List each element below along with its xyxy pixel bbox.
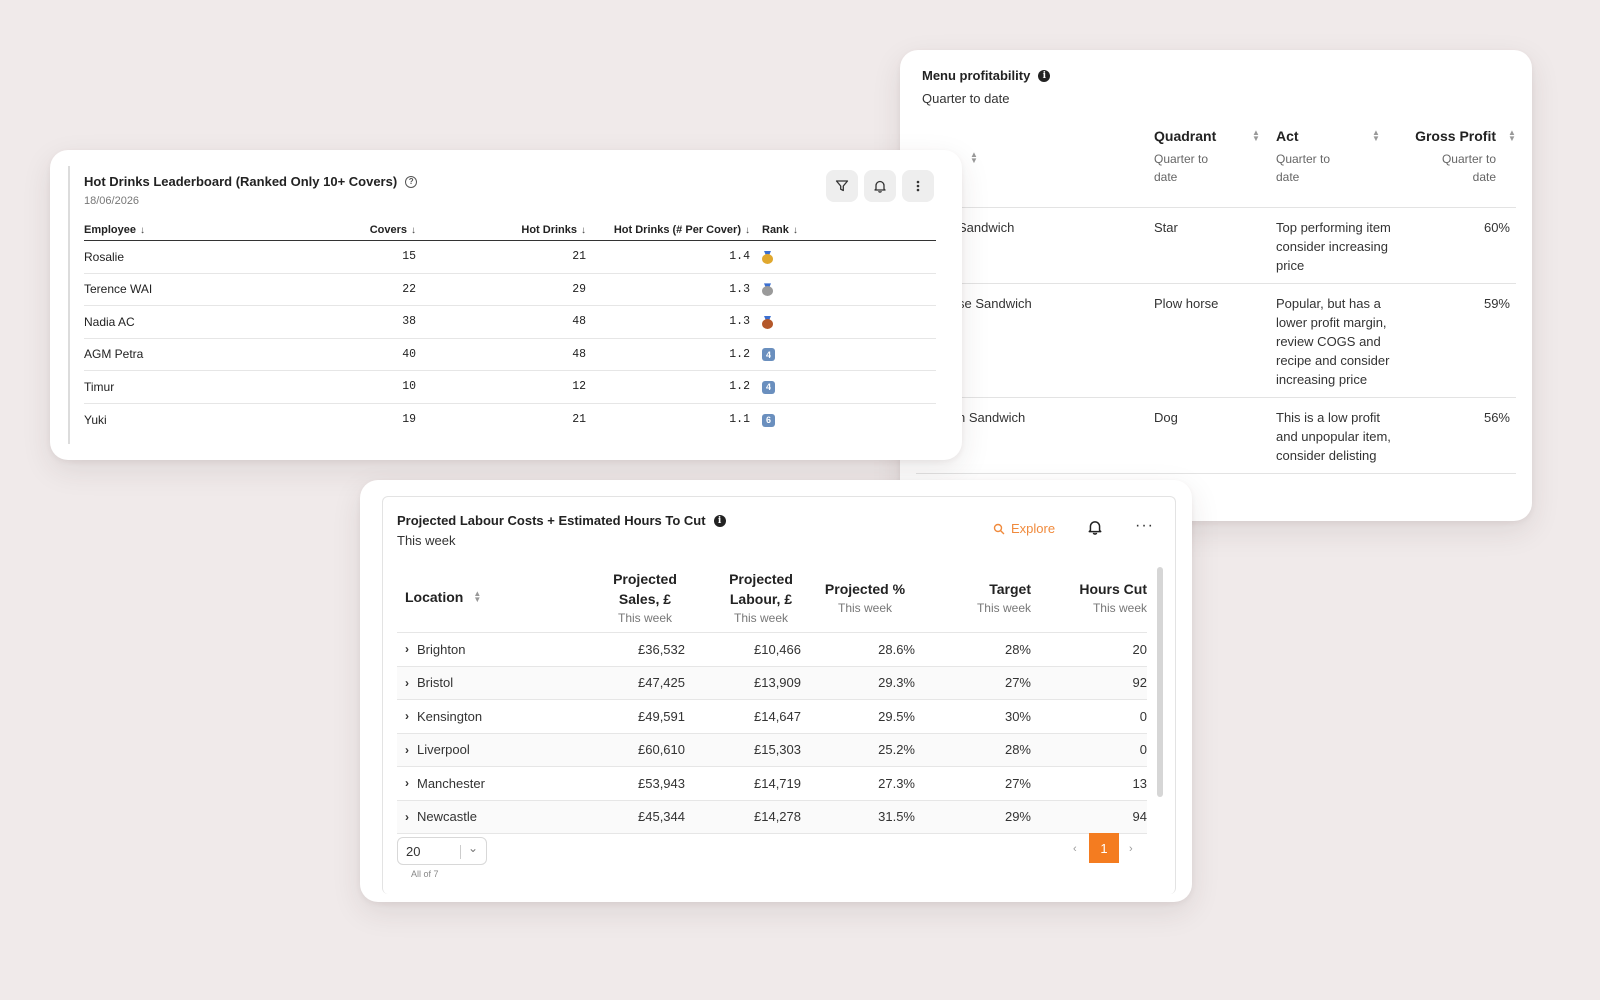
column-header-act[interactable]: Act Quarter to date ▲ ▼ xyxy=(1276,128,1404,199)
column-header-gross-profit[interactable]: Gross Profit Quarter to date ▲ ▼ xyxy=(1404,128,1516,199)
chevron-down-icon: ⌄ xyxy=(468,841,479,855)
column-header-quadrant[interactable]: Quadrant Quarter to date ▲ ▼ xyxy=(1154,128,1276,199)
more-options-icon[interactable]: ··· xyxy=(1135,518,1154,534)
table-header: Employee ↓ Covers ↓ Hot Drinks ↓ Hot Drinks… xyxy=(84,219,936,241)
table-row[interactable]: Sandwich Star Top performing item consid… xyxy=(916,208,1516,284)
labour-table: Location ▲ ▼ Projected Sales, £ This week… xyxy=(397,561,1147,834)
bronze-medal-icon xyxy=(762,315,773,329)
column-header-target[interactable]: Target This week xyxy=(915,561,1031,632)
table-row[interactable]: se Sandwich Plow horse Popular, but has … xyxy=(916,284,1516,398)
menu-subtitle: Quarter to date xyxy=(922,91,1010,106)
rank-badge: 6 xyxy=(762,413,775,427)
explore-button[interactable]: Explore xyxy=(993,521,1055,536)
column-header-employee[interactable]: Employee ↓ xyxy=(84,224,324,236)
sort-desc-icon[interactable]: ↓ xyxy=(745,225,750,236)
table-row[interactable]: Terence WAI 22 29 1.3 xyxy=(84,274,936,306)
labour-costs-card: Projected Labour Costs + Estimated Hours… xyxy=(360,480,1192,902)
vertical-scrollbar[interactable] xyxy=(1157,567,1163,797)
column-header-hours-cut[interactable]: Hours Cut This week xyxy=(1031,561,1147,632)
table-row[interactable]: › Brighton £36,532 £10,466 28.6% 28% 20 xyxy=(397,633,1147,667)
sort-icon[interactable]: ▲ ▼ xyxy=(473,589,481,603)
bell-icon xyxy=(1088,521,1102,535)
menu-profitability-card: Menu profitability i Quarter to date ▲ ▼ … xyxy=(900,50,1532,521)
table-row[interactable]: Nadia AC 38 48 1.3 xyxy=(84,306,936,339)
rank-badge: 4 xyxy=(762,348,775,362)
silver-medal-icon xyxy=(762,283,773,297)
filter-icon xyxy=(835,180,849,192)
row-count: All of 7 xyxy=(411,869,439,879)
hot-drinks-date: 18/06/2026 xyxy=(84,195,140,207)
column-header-projected-sales[interactable]: Projected Sales, £ This week xyxy=(575,561,685,632)
table-row[interactable]: Rosalie 15 21 1.4 xyxy=(84,241,936,274)
hot-drinks-rows: Rosalie 15 21 1.4 Terence WAI 22 29 1.3 … xyxy=(84,241,936,436)
gold-medal-icon xyxy=(762,250,773,264)
column-header-projected-pct[interactable]: Projected % This week xyxy=(801,561,915,632)
filter-button[interactable] xyxy=(826,170,858,202)
table-row[interactable]: › Kensington £49,591 £14,647 29.5% 30% 0 xyxy=(397,700,1147,734)
table-row[interactable]: n Sandwich Dog This is a low profit and … xyxy=(916,398,1516,474)
next-page-icon[interactable]: › xyxy=(1129,843,1133,855)
hot-drinks-table: Employee ↓ Covers ↓ Hot Drinks ↓ Hot Drinks… xyxy=(84,219,936,436)
labour-subtitle: This week xyxy=(397,533,456,548)
card-actions xyxy=(826,170,934,202)
table-row[interactable]: Yuki 19 21 1.1 6 xyxy=(84,404,936,437)
sort-desc-icon[interactable]: ↓ xyxy=(793,225,798,236)
table-row[interactable]: AGM Petra 40 48 1.2 4 xyxy=(84,339,936,371)
table-row[interactable]: › Bristol £47,425 £13,909 29.3% 27% 92 xyxy=(397,666,1147,700)
help-icon[interactable]: ? xyxy=(405,175,418,188)
column-header-covers[interactable]: Covers ↓ xyxy=(324,224,416,236)
chevron-right-icon[interactable]: › xyxy=(405,642,409,656)
sort-icon[interactable]: ▲ ▼ xyxy=(1252,129,1260,143)
sort-icon[interactable]: ▲ ▼ xyxy=(1508,129,1516,143)
page-size-select[interactable]: 20 ⌄ xyxy=(397,837,487,865)
page-button[interactable]: 1 xyxy=(1089,833,1119,863)
chevron-right-icon[interactable]: › xyxy=(405,776,409,790)
table-row[interactable]: › Liverpool £60,610 £15,303 25.2% 28% 0 xyxy=(397,733,1147,767)
column-header-projected-labour[interactable]: Projected Labour, £ This week xyxy=(685,561,801,632)
column-header-rank[interactable]: Rank ↓ xyxy=(756,224,856,236)
sort-icon[interactable]: ▲ ▼ xyxy=(970,151,978,165)
column-header-hot-drinks[interactable]: Hot Drinks ↓ xyxy=(416,224,586,236)
hot-drinks-title: Hot Drinks Leaderboard (Ranked Only 10+ … xyxy=(84,174,934,189)
chevron-right-icon[interactable]: › xyxy=(405,810,409,824)
more-options-button[interactable] xyxy=(902,170,934,202)
table-header: Location ▲ ▼ Projected Sales, £ This week… xyxy=(397,561,1147,633)
rank-badge: 4 xyxy=(762,380,775,394)
chevron-right-icon[interactable]: › xyxy=(405,743,409,757)
menu-table: ▲ ▼ Quadrant Quarter to date ▲ ▼ Act Quart… xyxy=(916,128,1516,474)
labour-title: Projected Labour Costs + Estimated Hours… xyxy=(397,513,726,528)
search-icon xyxy=(993,523,1005,534)
table-header: ▲ ▼ Quadrant Quarter to date ▲ ▼ Act Quart… xyxy=(916,128,1516,208)
alert-button[interactable] xyxy=(864,170,896,202)
table-row[interactable]: › Newcastle £45,344 £14,278 31.5% 29% 94 xyxy=(397,800,1147,834)
alert-button[interactable] xyxy=(1087,519,1103,540)
column-header-location[interactable]: Location ▲ ▼ xyxy=(397,561,575,632)
info-icon[interactable]: i xyxy=(1038,69,1051,82)
info-icon[interactable]: i xyxy=(713,514,726,527)
table-row[interactable]: Timur 10 12 1.2 4 xyxy=(84,371,936,404)
sort-icon[interactable]: ▲ ▼ xyxy=(1372,129,1380,143)
more-vertical-icon xyxy=(916,180,920,192)
previous-page-icon[interactable]: ‹ xyxy=(1073,843,1077,855)
table-row[interactable]: › Manchester £53,943 £14,719 27.3% 27% 13 xyxy=(397,767,1147,801)
column-header-per-cover[interactable]: Hot Drinks (# Per Cover) ↓ xyxy=(586,224,756,236)
chevron-right-icon[interactable]: › xyxy=(405,709,409,723)
bell-icon xyxy=(874,180,886,193)
menu-title: Menu profitability i xyxy=(922,68,1051,83)
chevron-right-icon[interactable]: › xyxy=(405,676,409,690)
hot-drinks-card: Hot Drinks Leaderboard (Ranked Only 10+ … xyxy=(50,150,962,460)
sort-desc-icon[interactable]: ↓ xyxy=(140,225,145,236)
